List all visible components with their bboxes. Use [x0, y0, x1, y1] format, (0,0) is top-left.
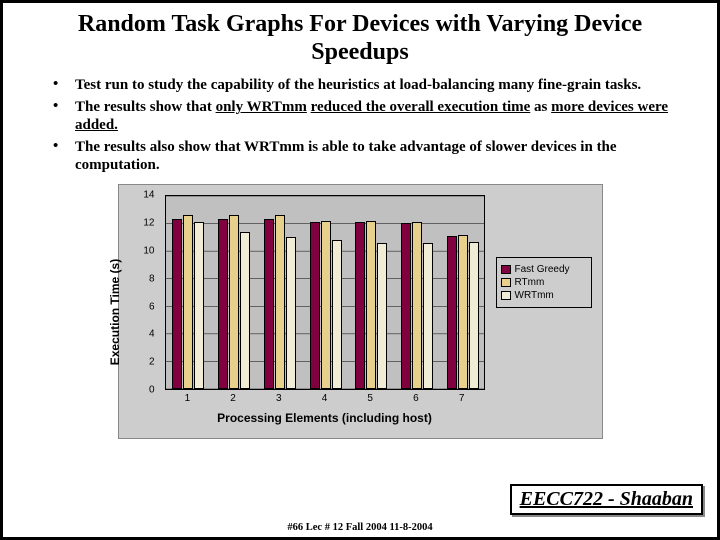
bar — [447, 236, 457, 389]
legend-label: WRTmm — [515, 290, 554, 301]
bar — [401, 223, 411, 389]
bullet-3: • The results also show that WRTmm is ab… — [53, 138, 687, 174]
y-tick-label: 4 — [149, 329, 155, 340]
x-tick-label: 3 — [276, 393, 282, 404]
bar — [218, 219, 228, 389]
slide-title: Random Task Graphs For Devices with Vary… — [3, 3, 717, 72]
course-label: EECC722 - Shaaban — [520, 488, 693, 510]
bullet-dot: • — [53, 138, 75, 174]
bullet-text: Test run to study the capability of the … — [75, 76, 687, 94]
bullet-2: • The results show that only WRTmm reduc… — [53, 98, 687, 134]
y-tick-label: 12 — [143, 218, 154, 229]
bullet-text: The results also show that WRTmm is able… — [75, 138, 687, 174]
bar — [355, 222, 365, 389]
x-tick-label: 2 — [230, 393, 236, 404]
x-tick-label: 5 — [367, 393, 373, 404]
text: The results show that — [75, 99, 216, 115]
underline: only WRTmm — [216, 99, 307, 115]
bar — [229, 215, 239, 389]
slide: Random Task Graphs For Devices with Vary… — [0, 0, 720, 540]
legend-swatch — [501, 265, 511, 274]
bar — [412, 222, 422, 389]
legend-swatch — [501, 291, 511, 300]
bullet-1: • Test run to study the capability of th… — [53, 76, 687, 94]
legend: Fast Greedy RTmm WRTmm — [496, 257, 592, 308]
bar — [286, 237, 296, 389]
y-tick-label: 8 — [149, 273, 155, 284]
text: The results also show that WRTmm is able… — [75, 139, 617, 173]
bars-group — [166, 196, 484, 389]
x-ticks: 1 2 3 4 5 6 7 — [165, 393, 485, 407]
chart-container: Execution Time (s) 02468101214 1234567 P… — [118, 184, 603, 439]
y-tick-label: 10 — [143, 245, 154, 256]
bar — [194, 222, 204, 389]
legend-label: RTmm — [515, 277, 545, 288]
plot-area — [165, 195, 485, 390]
bar — [321, 221, 331, 390]
bar — [275, 215, 285, 389]
y-tick-label: 2 — [149, 357, 155, 368]
bar — [366, 221, 376, 390]
y-tick-label: 0 — [149, 385, 155, 396]
legend-item: RTmm — [501, 277, 587, 288]
text: Test run to study the capability of the … — [75, 77, 641, 93]
y-tick-label: 14 — [143, 190, 154, 201]
legend-label: Fast Greedy — [515, 264, 570, 275]
bar — [458, 235, 468, 390]
legend-item: Fast Greedy — [501, 264, 587, 275]
bar — [240, 232, 250, 389]
x-tick-label: 1 — [185, 393, 191, 404]
bar — [423, 243, 433, 389]
legend-item: WRTmm — [501, 290, 587, 301]
bar — [377, 243, 387, 389]
bar — [183, 215, 193, 389]
course-footer: EECC722 - Shaaban — [510, 484, 703, 515]
bar — [264, 219, 274, 389]
bullet-dot: • — [53, 98, 75, 134]
y-tick-label: 6 — [149, 301, 155, 312]
legend-swatch — [501, 278, 511, 287]
bar — [310, 222, 320, 389]
bullet-list: • Test run to study the capability of th… — [3, 72, 717, 174]
x-axis-label: Processing Elements (including host) — [165, 411, 485, 425]
x-tick-label: 4 — [322, 393, 328, 404]
bar — [172, 219, 182, 389]
bar — [332, 240, 342, 389]
bullet-dot: • — [53, 76, 75, 94]
y-ticks: 02468101214 — [119, 195, 161, 390]
bar — [469, 242, 479, 390]
x-tick-label: 6 — [413, 393, 419, 404]
slide-number: #66 Lec # 12 Fall 2004 11-8-2004 — [287, 522, 432, 533]
bullet-text: The results show that only WRTmm reduced… — [75, 98, 687, 134]
x-tick-label: 7 — [459, 393, 465, 404]
text: as — [530, 99, 551, 115]
underline: reduced the overall execution time — [311, 99, 531, 115]
